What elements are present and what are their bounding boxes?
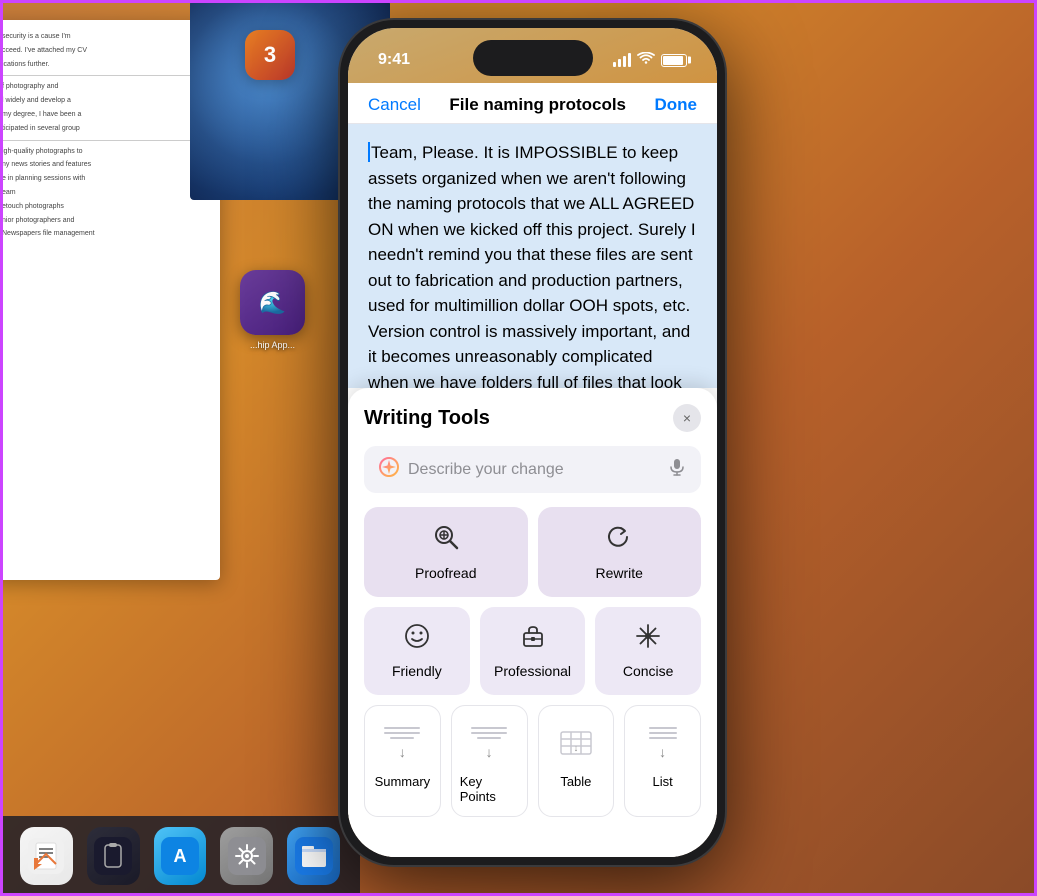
- cv-text-11: eam: [2, 188, 208, 198]
- note-navigation-bar: Cancel File naming protocols Done: [348, 83, 717, 124]
- list-label: List: [653, 774, 673, 789]
- list-button[interactable]: ↓ List: [624, 705, 701, 817]
- table-icon: ↓: [551, 718, 601, 768]
- microphone-icon[interactable]: [667, 457, 687, 482]
- professional-button[interactable]: Professional: [480, 607, 586, 695]
- signal-bar-3: [623, 56, 626, 67]
- svg-text:A: A: [173, 846, 186, 866]
- note-done-button[interactable]: Done: [654, 95, 697, 115]
- desktop-app-icon[interactable]: 🌊: [240, 270, 305, 335]
- list-icon: ↓: [638, 718, 688, 768]
- svg-text:↓: ↓: [574, 743, 579, 753]
- table-label: Table: [560, 774, 591, 789]
- writing-tools-close-button[interactable]: ×: [673, 404, 701, 432]
- dock-icon-settings[interactable]: [220, 827, 273, 885]
- cv-text-2: cceed. I've attached my CV: [2, 46, 208, 56]
- dock-icon-pages[interactable]: [20, 827, 73, 885]
- concise-button[interactable]: Concise: [595, 607, 701, 695]
- writing-tools-panel: Writing Tools ×: [348, 388, 717, 857]
- professional-icon: [520, 623, 546, 655]
- tools-row-tone: Friendly Professiona: [364, 607, 701, 695]
- friendly-icon: [404, 623, 430, 655]
- phone-screen: 9:41: [348, 28, 717, 857]
- summary-arrow: ↓: [399, 744, 406, 760]
- tools-row-primary: Proofread Rewrite: [364, 507, 701, 597]
- friendly-label: Friendly: [392, 663, 442, 679]
- summary-button[interactable]: ↓ Summary: [364, 705, 441, 817]
- cv-text-14: Newspapers file management: [2, 229, 208, 239]
- signal-bars: [613, 53, 631, 67]
- spark-icon: [378, 456, 400, 483]
- proofread-label: Proofread: [415, 565, 476, 581]
- rewrite-label: Rewrite: [596, 565, 643, 581]
- phone-frame: 9:41: [340, 20, 725, 865]
- dynamic-island: [473, 40, 593, 76]
- cv-text-12: etouch photographs: [2, 202, 208, 212]
- key-points-label: Key Points: [460, 774, 519, 804]
- professional-label: Professional: [494, 663, 571, 679]
- close-icon: ×: [683, 410, 691, 426]
- desktop-app-icon-glyph: 🌊: [259, 290, 286, 316]
- table-button[interactable]: ↓ Table: [538, 705, 615, 817]
- tools-row-format: ↓ Summary ↓ Key Point: [364, 705, 701, 817]
- summary-label: Summary: [375, 774, 431, 789]
- proofread-button[interactable]: Proofread: [364, 507, 528, 597]
- describe-placeholder-text: Describe your change: [408, 461, 659, 479]
- key-points-button[interactable]: ↓ Key Points: [451, 705, 528, 817]
- cv-text-4: f photography and: [2, 82, 208, 92]
- cv-text-1: security is a cause I'm: [2, 32, 208, 42]
- proofread-icon: [432, 523, 460, 557]
- cv-text-9: ny news stories and features: [2, 160, 208, 170]
- cv-text-3: ications further.: [2, 60, 208, 70]
- scene: security is a cause I'm cceed. I've atta…: [0, 0, 1037, 896]
- note-text: Team, Please. It is IMPOSSIBLE to keep a…: [368, 143, 696, 388]
- cv-text-6: my degree, I have been a: [2, 110, 208, 120]
- status-icons: [613, 52, 687, 69]
- status-time: 9:41: [378, 51, 410, 69]
- note-cancel-button[interactable]: Cancel: [368, 95, 421, 115]
- wifi-icon: [637, 52, 655, 69]
- note-content-area[interactable]: Team, Please. It is IMPOSSIBLE to keep a…: [348, 124, 717, 388]
- rewrite-button[interactable]: Rewrite: [538, 507, 702, 597]
- battery-fill: [663, 56, 683, 65]
- signal-bar-4: [628, 53, 631, 67]
- cv-divider-2: [2, 140, 208, 141]
- summary-icon: ↓: [377, 718, 427, 768]
- dock-icon-topnotch[interactable]: [87, 827, 140, 885]
- cv-text-8: igh-quality photographs to: [2, 147, 208, 157]
- friendly-button[interactable]: Friendly: [364, 607, 470, 695]
- key-points-arrow: ↓: [486, 744, 493, 760]
- cv-text-13: nior photographers and: [2, 216, 208, 226]
- concise-icon: [635, 623, 661, 655]
- writing-tools-header: Writing Tools ×: [364, 404, 701, 432]
- note-title: File naming protocols: [449, 95, 626, 115]
- cv-divider-1: [2, 75, 208, 76]
- dock-icon-appstore[interactable]: A: [154, 827, 207, 885]
- cv-text-5: l widely and develop a: [2, 96, 208, 106]
- dock-icon-finder[interactable]: [287, 827, 340, 885]
- cv-document: security is a cause I'm cceed. I've atta…: [0, 20, 220, 580]
- rewrite-icon: [605, 523, 633, 557]
- notification-count: 3: [264, 42, 276, 68]
- describe-change-input[interactable]: Describe your change: [364, 446, 701, 493]
- mac-dock: A: [0, 816, 360, 896]
- list-arrow: ↓: [659, 744, 666, 760]
- notification-badge: 3: [245, 30, 295, 80]
- signal-bar-1: [613, 62, 616, 67]
- key-points-icon: ↓: [464, 718, 514, 768]
- note-sheet: Cancel File naming protocols Done Team, …: [348, 83, 717, 857]
- desktop-app-label: ...hip App...: [235, 340, 310, 350]
- cv-text-10: e in planning sessions with: [2, 174, 208, 184]
- battery-icon: [661, 54, 687, 67]
- concise-label: Concise: [623, 663, 674, 679]
- cv-text-7: ticipated in several group: [2, 124, 208, 134]
- writing-tools-title: Writing Tools: [364, 407, 490, 430]
- text-cursor: [368, 142, 370, 162]
- signal-bar-2: [618, 59, 621, 67]
